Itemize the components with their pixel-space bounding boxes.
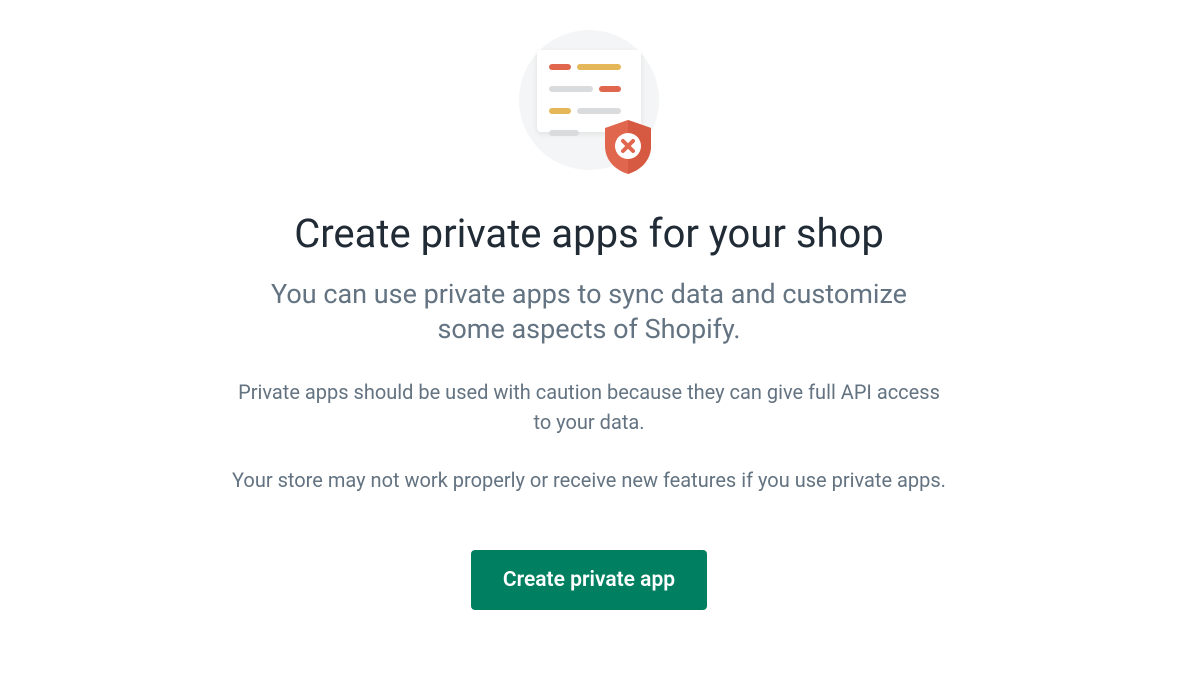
caution-text: Private apps should be used with caution… <box>229 377 949 437</box>
page-heading: Create private apps for your shop <box>294 210 884 257</box>
create-private-app-button[interactable]: Create private app <box>471 550 707 610</box>
private-apps-illustration <box>509 20 669 180</box>
warning-text: Your store may not work properly or rece… <box>232 465 946 495</box>
page-subheading: You can use private apps to sync data an… <box>239 277 939 347</box>
shield-x-icon <box>601 118 655 176</box>
